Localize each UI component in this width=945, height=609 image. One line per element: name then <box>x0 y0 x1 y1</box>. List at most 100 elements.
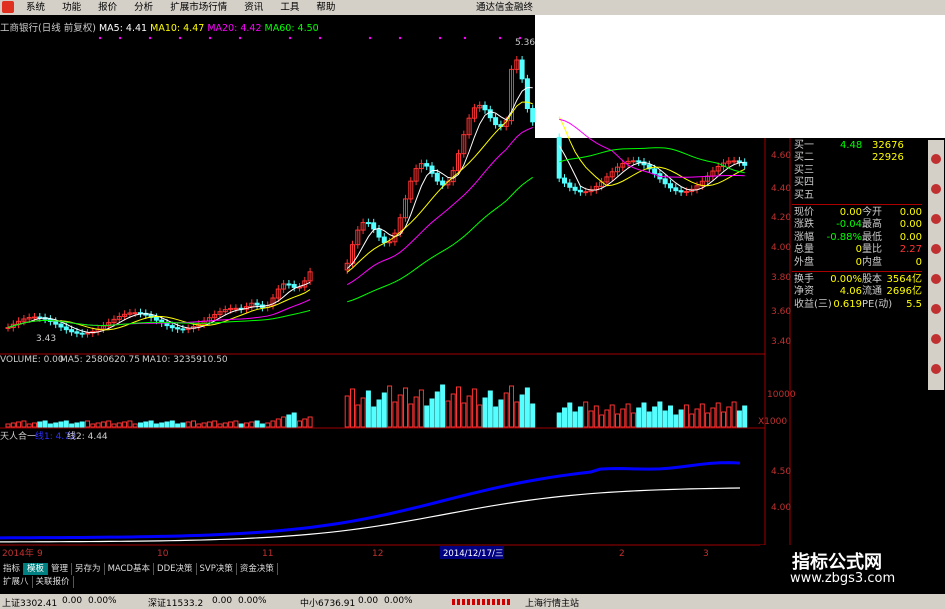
volume-bar <box>217 423 223 428</box>
candle <box>153 316 159 321</box>
candle <box>169 325 175 329</box>
tab-macd[interactable]: MACD基本 <box>105 563 155 575</box>
candle <box>493 117 499 126</box>
quote-label: 内盘 <box>862 256 882 268</box>
quote-value: 4.06 <box>839 286 862 298</box>
candle <box>286 283 292 286</box>
menu-info[interactable]: 资讯 <box>237 0 270 15</box>
volume-bar <box>275 418 281 428</box>
candle <box>434 172 440 182</box>
volume-bar <box>418 389 424 428</box>
menu-function[interactable]: 功能 <box>55 0 88 15</box>
candle <box>79 332 85 335</box>
volume-bar <box>530 403 536 428</box>
toolbar-icon[interactable] <box>931 364 941 374</box>
activity-indicator <box>452 599 512 605</box>
volume-bar <box>281 416 287 428</box>
menu-system[interactable]: 系统 <box>19 0 52 15</box>
volume-bar <box>286 414 292 428</box>
tab-fund[interactable]: 资金决策 <box>237 563 278 575</box>
volume-bar <box>371 406 377 428</box>
bid-volume: 22926 <box>872 152 904 164</box>
sh-percent: 0.00% <box>88 596 117 606</box>
tab-indicator[interactable]: 指标 <box>0 563 25 575</box>
quote-label: PE(动) <box>862 298 893 310</box>
volume-bar <box>95 422 101 428</box>
side-toolbar[interactable] <box>928 140 944 390</box>
volume-ma5: MA5: 2580620.75 <box>60 355 140 365</box>
volume-bar <box>122 421 128 428</box>
tab-svp[interactable]: SVP决策 <box>197 563 237 575</box>
candle <box>577 189 583 193</box>
ma5-value: MA5: 4.41 <box>98 23 148 34</box>
volume-bar <box>90 423 96 428</box>
date-year: 2014年 <box>2 547 34 559</box>
volume-bar <box>169 420 175 428</box>
volume-bar <box>683 404 689 428</box>
quote-row: 涨跌 -0.04 最高 0.00 <box>792 219 922 231</box>
quote-value: 0.00 <box>899 219 922 231</box>
volume-bar <box>657 401 663 428</box>
volume-bar <box>662 410 668 428</box>
volume-bar <box>514 401 520 428</box>
signal-dot <box>98 36 102 40</box>
quote-label: 现价 <box>794 206 814 218</box>
toolbar-icon[interactable] <box>931 184 941 194</box>
quote-label: 外盘 <box>794 256 814 268</box>
candle <box>562 177 567 184</box>
quote-label: 最高 <box>862 219 882 231</box>
toolbar-icon[interactable] <box>931 334 941 344</box>
signal-dot <box>288 36 292 40</box>
volume-bar <box>360 397 366 428</box>
menu-help[interactable]: 帮助 <box>309 0 342 15</box>
server-name: 上海行情主站 <box>525 599 580 609</box>
ma-line-10 <box>7 101 745 331</box>
volume-bar <box>138 422 143 428</box>
candle <box>381 236 387 244</box>
quote-label: 收益(三) <box>794 298 832 310</box>
chart-header: 工商银行(日线 前复权) MA5: 4.41 MA10: 4.47 MA20: … <box>0 20 319 34</box>
menu-extended-market[interactable]: 扩展市场行情 <box>163 0 234 15</box>
toolbar-icon[interactable] <box>931 304 941 314</box>
volume-bar <box>646 411 652 428</box>
volume-bar <box>588 410 594 428</box>
bid-row: 买四 <box>792 177 922 189</box>
volume-bar <box>503 392 509 428</box>
tab-dde[interactable]: DDE决策 <box>154 563 197 575</box>
toolbar-icon[interactable] <box>931 274 941 284</box>
volume-bar <box>556 412 562 428</box>
tab-manage[interactable]: 管理 <box>48 563 73 575</box>
bid-price: 4.48 <box>840 140 863 151</box>
candle <box>736 160 742 163</box>
candle <box>556 136 562 179</box>
menu-bar: 系统 功能 报价 分析 扩展市场行情 资讯 工具 帮助 通达信金融终 <box>0 0 945 15</box>
indicator-line-1 <box>0 461 741 540</box>
tab-related-quote[interactable]: 关联报价 <box>33 576 74 588</box>
candle <box>376 228 382 238</box>
toolbar-icon[interactable] <box>931 244 941 254</box>
menu-analysis[interactable]: 分析 <box>127 0 160 15</box>
volume-bar <box>79 421 85 428</box>
date-tick: 3 <box>703 549 709 559</box>
stock-title: 工商银行(日线 前复权) <box>0 23 96 34</box>
volume-bar <box>21 420 27 428</box>
candle <box>387 241 393 244</box>
volume-bar <box>297 420 302 428</box>
tab-ext8[interactable]: 扩展八 <box>0 576 33 588</box>
quote-panel: 买一 4.48 32676 买二 22926 买三 买四 买五 现价 0.00 今开 0.00 涨跌 -… <box>792 140 922 311</box>
volume-bar <box>397 394 403 428</box>
toolbar-icon[interactable] <box>931 214 941 224</box>
volume-bar <box>424 405 430 428</box>
menu-quote[interactable]: 报价 <box>91 0 124 15</box>
volume-bar <box>26 423 32 428</box>
tab-save-as[interactable]: 另存为 <box>72 563 105 575</box>
quote-row: 现价 0.00 今开 0.00 <box>792 207 922 219</box>
tab-template[interactable]: 模板 <box>24 563 49 575</box>
volume-bar <box>254 420 260 428</box>
toolbar-icon[interactable] <box>931 154 941 164</box>
quote-value: 2696亿 <box>886 286 922 298</box>
volume-bar <box>466 395 472 428</box>
price-axis: 4.60 4.40 4.20 4.00 3.80 3.60 3.40 <box>771 151 791 347</box>
menu-tools[interactable]: 工具 <box>273 0 306 15</box>
volume-bar <box>381 392 387 428</box>
